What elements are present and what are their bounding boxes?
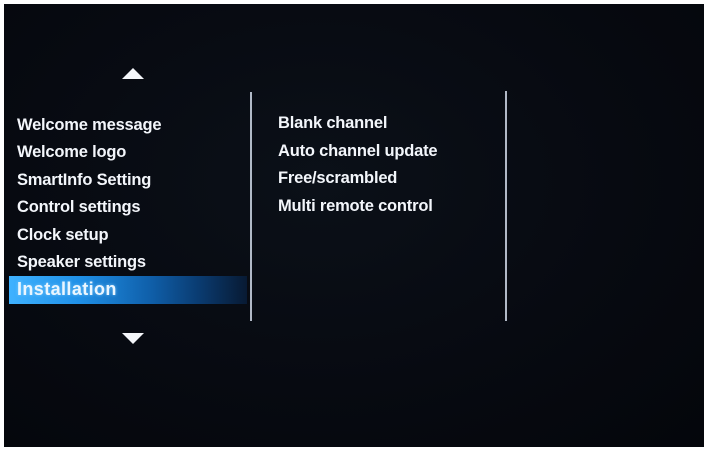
scroll-down-icon[interactable] [122, 333, 144, 344]
tv-settings-screen: Welcome message Welcome logo SmartInfo S… [4, 4, 704, 447]
submenu-item-free-scrambled[interactable]: Free/scrambled [272, 165, 437, 193]
submenu-item-blank-channel[interactable]: Blank channel [272, 110, 437, 138]
installation-submenu: Blank channel Auto channel update Free/s… [272, 110, 438, 221]
submenu-item-auto-channel-update[interactable]: Auto channel update [272, 138, 438, 166]
menu-item-installation[interactable]: Installation [9, 276, 247, 304]
menu-item-clock-setup[interactable]: Clock setup [9, 222, 247, 249]
submenu-item-multi-remote-control[interactable]: Multi remote control [272, 193, 437, 221]
menu-item-welcome-logo[interactable]: Welcome logo [9, 139, 247, 166]
menu-item-welcome-message[interactable]: Welcome message [9, 112, 247, 139]
settings-menu: Welcome message Welcome logo SmartInfo S… [9, 112, 247, 304]
menu-item-smartinfo-setting[interactable]: SmartInfo Setting [9, 167, 247, 194]
scroll-up-icon[interactable] [122, 68, 144, 79]
menu-item-control-settings[interactable]: Control settings [9, 194, 247, 221]
column-divider-right [505, 91, 507, 321]
column-divider-left [250, 92, 252, 321]
menu-item-speaker-settings[interactable]: Speaker settings [9, 249, 247, 276]
